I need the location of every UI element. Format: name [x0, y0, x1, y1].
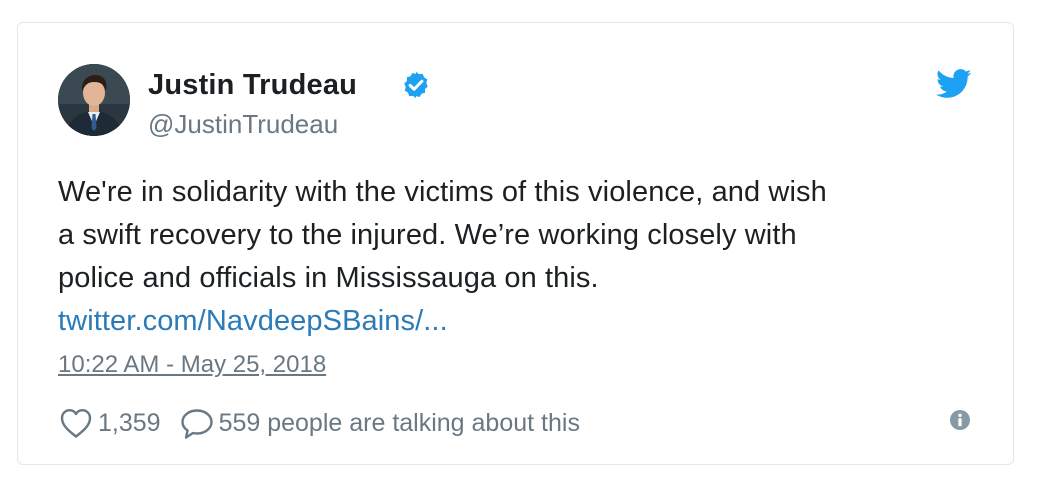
tweet-actions: 1,359 559 people are talking about this — [58, 405, 580, 441]
like-count: 1,359 — [98, 408, 161, 437]
twitter-bird-icon[interactable] — [936, 69, 972, 99]
tweet-text-line: police and officials in Mississauga on t… — [58, 262, 599, 294]
avatar-image — [58, 64, 130, 136]
tweet-text-line: We're in solidarity with the victims of … — [58, 176, 827, 208]
tweet-timestamp[interactable]: 10:22 AM - May 25, 2018 — [58, 351, 326, 379]
reply-count-text: 559 people are talking about this — [218, 408, 580, 437]
like-button[interactable]: 1,359 — [58, 406, 161, 440]
reply-button[interactable]: 559 people are talking about this — [179, 406, 580, 440]
tweet-link[interactable]: twitter.com/NavdeepSBains/... — [58, 300, 988, 343]
author-handle[interactable]: @JustinTrudeau — [148, 109, 338, 140]
heart-icon — [60, 409, 92, 438]
speech-bubble-icon — [180, 409, 213, 439]
tweet-text: We're in solidarity with the victims of … — [58, 171, 988, 343]
avatar[interactable] — [58, 64, 130, 136]
author-name[interactable]: Justin Trudeau — [148, 69, 357, 102]
verified-badge-icon — [404, 71, 428, 99]
tweet-card: Justin Trudeau @JustinTrudeau We're in s… — [17, 22, 1014, 465]
info-icon[interactable] — [949, 409, 971, 431]
tweet-text-line: a swift recovery to the injured. We’re w… — [58, 219, 797, 251]
